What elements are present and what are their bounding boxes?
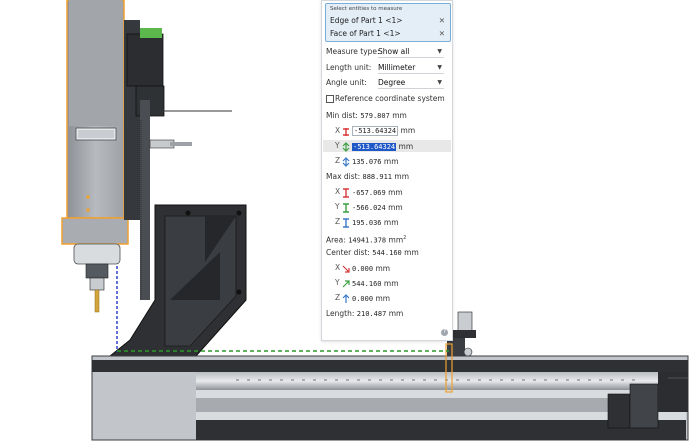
length-unit-value: Millimeter (378, 63, 416, 72)
max-dist-unit: mm (394, 172, 410, 181)
center-dist-y-unit: mm (383, 279, 399, 288)
center-dist-z[interactable]: 0.000 mm (352, 293, 390, 305)
min-dist-z[interactable]: 135.076 mm (352, 156, 399, 168)
z-max-icon (343, 218, 349, 228)
area-row: Area: 14941.378 mm2 (326, 232, 407, 245)
length-row: Length: 210.487 mm (326, 308, 403, 320)
axis-y-label: Y (335, 141, 340, 150)
max-dist-x-unit: mm (388, 188, 403, 197)
reference-coordinate-label: Reference coordinate system (335, 94, 445, 103)
help-icon[interactable]: ? (441, 329, 448, 336)
chevron-down-icon: ▼ (437, 79, 442, 86)
spindle-column[interactable] (61, 0, 129, 313)
length-label: Length: (326, 309, 355, 318)
min-dist-y-unit: mm (398, 142, 414, 151)
measure-type-dropdown[interactable]: Show all ▼ (378, 46, 444, 58)
length-unit-label: Length unit: (326, 63, 372, 72)
axis-y-label: Y (335, 202, 340, 211)
min-dist-z-value[interactable]: 135.076 (352, 158, 382, 166)
x-center-icon (342, 265, 350, 273)
max-dist-row: Max dist: 888.911 mm (326, 171, 409, 183)
y-dist-icon (342, 142, 350, 152)
z-dist-icon (342, 157, 350, 167)
max-dist-y-value[interactable]: -566.024 (352, 204, 386, 212)
max-dist-y-unit: mm (388, 203, 403, 212)
max-dist-z-value[interactable]: 195.036 (352, 219, 382, 227)
length-unit: mm (388, 309, 404, 318)
base-rail[interactable] (91, 355, 689, 441)
axis-z-label: Z (335, 156, 341, 165)
min-dist-unit: mm (392, 111, 407, 120)
x-max-icon (343, 188, 349, 198)
area-unit: mm (388, 235, 404, 245)
angle-unit-dropdown[interactable]: Degree ▼ (378, 77, 444, 89)
close-icon[interactable]: ✕ (439, 16, 445, 25)
min-dist-label: Min dist: (326, 111, 358, 120)
measure-panel: Select entities to measure Edge of Part … (321, 0, 453, 341)
center-dist-y-value[interactable]: 544.160 (352, 280, 382, 288)
max-dist-x-value[interactable]: -657.069 (352, 189, 386, 197)
close-icon[interactable]: ✕ (439, 29, 445, 38)
center-dist-row: Center dist: 544.160 mm (326, 247, 419, 259)
max-dist-value[interactable]: 888.911 (363, 173, 393, 181)
chevron-down-icon: ▼ (437, 48, 442, 55)
min-dist-y-value[interactable]: -513.64324 (352, 143, 397, 151)
min-dist-row: Min dist: 579.807 mm (326, 110, 407, 122)
length-unit-dropdown[interactable]: Millimeter ▼ (378, 62, 444, 74)
max-dist-y[interactable]: -566.024 mm (352, 202, 403, 214)
selected-entity[interactable]: Edge of Part 1 <1> (330, 16, 403, 25)
entity-selection-box[interactable]: Select entities to measure Edge of Part … (325, 3, 451, 42)
length-value[interactable]: 210.487 (357, 310, 387, 318)
chevron-down-icon: ▼ (437, 64, 442, 71)
measure-type-label: Measure type: (326, 47, 380, 56)
axis-z-label: Z (335, 293, 341, 302)
axis-x-label: X (335, 126, 341, 135)
z-center-icon (342, 294, 350, 303)
selected-entity[interactable]: Face of Part 1 <1> (330, 29, 401, 38)
center-dist-x[interactable]: 0.000 mm (352, 263, 390, 275)
center-dist-z-unit: mm (375, 294, 391, 303)
angle-unit-label: Angle unit: (326, 78, 367, 87)
max-dist-x[interactable]: -657.069 mm (352, 187, 403, 199)
axis-x-label: X (335, 263, 341, 272)
y-max-icon (343, 203, 349, 213)
area-unit-exponent: 2 (403, 235, 407, 241)
min-dist-x-unit: mm (400, 126, 416, 135)
min-dist-x[interactable]: -513.64324 mm (352, 125, 415, 137)
reference-coordinate-checkbox[interactable] (326, 95, 334, 103)
y-center-icon (342, 280, 350, 288)
center-dist-value[interactable]: 544.160 (372, 249, 402, 257)
measure-type-value: Show all (378, 47, 410, 56)
axis-z-label: Z (335, 217, 341, 226)
axis-y-label: Y (335, 278, 340, 287)
area-label: Area: (326, 235, 346, 245)
axis-x-label: X (335, 187, 341, 196)
min-dist-value[interactable]: 579.807 (360, 112, 390, 120)
center-dist-z-value[interactable]: 0.000 (352, 295, 373, 303)
x-dist-icon (343, 128, 349, 136)
min-dist-x-value[interactable]: -513.64324 (352, 126, 399, 136)
area-value[interactable]: 14941.378 (348, 237, 386, 245)
center-dist-label: Center dist: (326, 248, 370, 257)
angle-unit-value: Degree (378, 78, 406, 87)
center-dist-y[interactable]: 544.160 mm (352, 278, 399, 290)
max-dist-z-unit: mm (383, 218, 399, 227)
center-dist-unit: mm (404, 248, 419, 257)
max-dist-label: Max dist: (326, 172, 361, 181)
selection-title: Select entities to measure (330, 6, 403, 12)
min-dist-z-unit: mm (383, 157, 399, 166)
max-dist-z[interactable]: 195.036 mm (352, 217, 399, 229)
center-dist-x-unit: mm (375, 264, 391, 273)
center-dist-x-value[interactable]: 0.000 (352, 265, 373, 273)
min-dist-y[interactable]: -513.64324 mm (352, 141, 413, 153)
